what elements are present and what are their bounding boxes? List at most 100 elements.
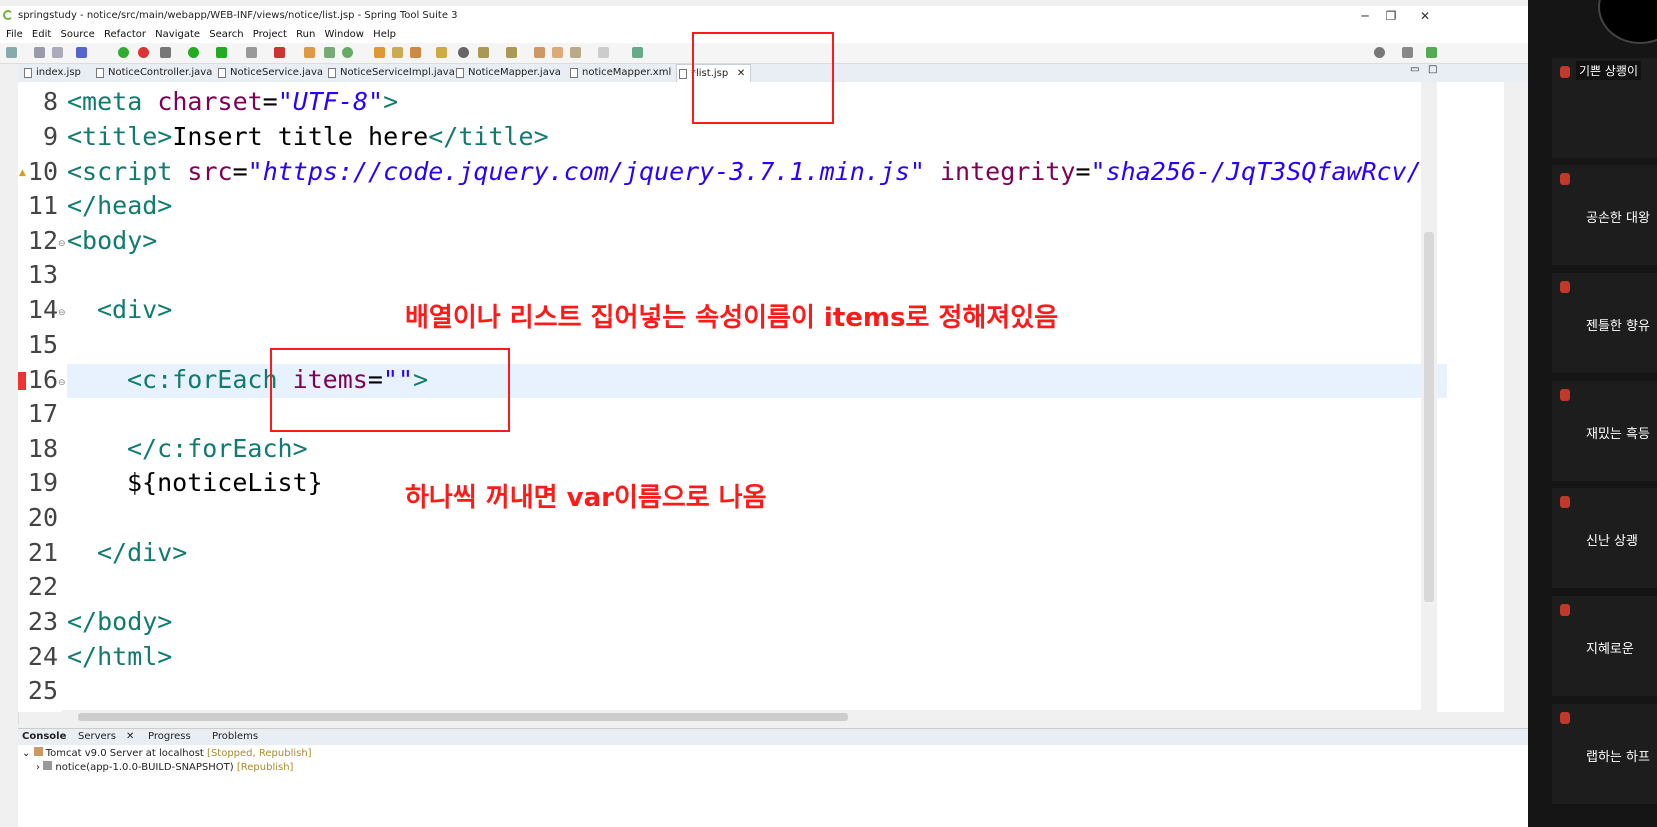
open-resource-icon[interactable] [392, 47, 403, 58]
scroll-thumb[interactable] [1424, 232, 1434, 602]
fold-icon[interactable]: ⊖ [58, 378, 66, 388]
menu-search[interactable]: Search [209, 29, 243, 40]
globe-icon[interactable] [458, 47, 469, 58]
close-button[interactable]: ✕ [1410, 7, 1440, 25]
code-line-21: </div> [97, 538, 188, 567]
file-icon [24, 68, 32, 78]
code-line-24: </html> [67, 642, 173, 671]
spring-icon[interactable] [118, 47, 129, 58]
tab-notice-service[interactable]: NoticeService.java [216, 64, 323, 82]
code-line-8: <meta charset="UTF-8"> [67, 87, 398, 116]
jsp-file-icon [679, 69, 687, 79]
menu-navigate[interactable]: Navigate [155, 29, 200, 40]
participant-tile[interactable]: 지혜로운 [1552, 596, 1657, 696]
participant-name: 신난 상괭 [1586, 534, 1638, 549]
perspective-icon[interactable] [1402, 47, 1413, 58]
code-line-18: </c:forEach> [127, 434, 308, 463]
next-annotation-icon[interactable] [506, 47, 517, 58]
stop-icon[interactable] [246, 47, 257, 58]
muted-mic-icon [1560, 496, 1570, 508]
muted-mic-icon [1560, 173, 1570, 185]
tab-notice-service-impl[interactable]: NoticeServiceImpl.java [326, 64, 455, 82]
tab-label: index.jsp [36, 67, 81, 78]
minimize-editor-icon[interactable]: ▭ [1410, 64, 1419, 75]
menu-file[interactable]: File [6, 29, 23, 40]
chevron-right-icon[interactable]: › [36, 762, 40, 773]
menu-run[interactable]: Run [296, 29, 315, 40]
refresh-icon[interactable] [138, 47, 149, 58]
java-ee-perspective-icon[interactable] [1426, 47, 1437, 58]
fold-icon[interactable]: ⊖ [58, 308, 66, 318]
fold-icon[interactable]: ⊖ [58, 239, 66, 249]
menu-edit[interactable]: Edit [32, 29, 51, 40]
participant-tile[interactable]: 재밌는 흑등 [1552, 381, 1657, 481]
server-row[interactable]: ⌄ Tomcat v9.0 Server at localhost [Stopp… [22, 747, 312, 759]
line-number: 12 [27, 226, 58, 255]
menu-source[interactable]: Source [60, 29, 94, 40]
external-tools-icon[interactable] [216, 47, 227, 58]
debug-icon[interactable] [160, 47, 171, 58]
highlight-box-tab [692, 32, 834, 124]
equals: = [262, 87, 278, 116]
new-class-icon[interactable] [324, 47, 335, 58]
search-icon[interactable] [1374, 47, 1385, 58]
menu-help[interactable]: Help [373, 29, 396, 40]
last-edit-icon[interactable] [534, 47, 545, 58]
print-icon[interactable] [76, 47, 87, 58]
attr-name: integrity [924, 157, 1076, 186]
participant-tile[interactable]: 신난 상괭 [1552, 488, 1657, 588]
new-package-icon[interactable] [342, 47, 353, 58]
pin-icon[interactable] [632, 47, 643, 58]
back-icon[interactable] [570, 47, 581, 58]
server-icon[interactable] [274, 47, 285, 58]
open-type-icon[interactable] [304, 47, 315, 58]
maximize-editor-icon[interactable]: □ [1428, 64, 1437, 75]
participant-tile[interactable]: 공손한 대왕 [1552, 165, 1657, 265]
server-status: [Stopped, Republish] [207, 748, 312, 759]
scroll-thumb[interactable] [78, 713, 848, 721]
forward-icon[interactable] [598, 47, 609, 58]
module-name: notice(app-1.0.0-BUILD-SNAPSHOT) [55, 762, 234, 773]
expand-icon[interactable]: ⌄ [22, 748, 30, 759]
code-editor[interactable]: 8 9 10 11 12 13 14 15 16 17 18 19 20 21 … [18, 82, 1504, 712]
open-folder-icon[interactable] [374, 47, 385, 58]
attr-value: "UTF-8" [277, 87, 384, 116]
line-number: 22 [27, 572, 58, 601]
console-panel: Console Servers ✕ Progress Problems ⌄ To… [18, 728, 1528, 827]
tab-index-jsp[interactable]: index.jsp [22, 64, 81, 82]
tab-notice-mapper-xml[interactable]: noticeMapper.xml [568, 64, 671, 82]
participant-tile[interactable]: 젠틀한 향유 [1552, 273, 1657, 373]
tab-notice-mapper[interactable]: NoticeMapper.java [454, 64, 561, 82]
vertical-scrollbar[interactable] [1421, 82, 1437, 712]
menu-project[interactable]: Project [253, 29, 287, 40]
annotation-nav-icon[interactable] [478, 47, 489, 58]
save-icon[interactable] [34, 47, 45, 58]
line-number: 17 [27, 399, 58, 428]
task-icon[interactable] [410, 47, 421, 58]
equals: = [232, 157, 248, 186]
tab-console[interactable]: Console [22, 731, 66, 742]
left-trim-bar [0, 64, 19, 724]
save-all-icon[interactable] [52, 47, 63, 58]
menu-window[interactable]: Window [325, 29, 364, 40]
close-servers-tab-icon[interactable]: ✕ [126, 731, 134, 742]
tag-open: <title> [67, 122, 173, 151]
tab-notice-controller[interactable]: NoticeController.java [94, 64, 212, 82]
search-folder-icon[interactable] [436, 47, 447, 58]
tab-servers[interactable]: Servers [78, 731, 116, 742]
run-icon[interactable] [188, 47, 199, 58]
participant-tile[interactable]: 랩하는 하프 [1552, 704, 1657, 804]
menu-refactor[interactable]: Refactor [104, 29, 146, 40]
restore-button[interactable]: ❐ [1376, 7, 1406, 25]
participant-tile[interactable]: 기쁜 상쾡이 [1552, 58, 1657, 158]
new-icon[interactable] [6, 47, 17, 58]
line-number: 9 [42, 122, 58, 151]
module-row[interactable]: › notice(app-1.0.0-BUILD-SNAPSHOT) [Repu… [36, 761, 293, 773]
back-edit-icon[interactable] [552, 47, 563, 58]
tab-problems[interactable]: Problems [212, 731, 258, 742]
module-status: [Republish] [236, 762, 294, 773]
tab-progress[interactable]: Progress [148, 731, 191, 742]
participant-name: 기쁜 상쾡이 [1576, 61, 1642, 80]
horizontal-scrollbar[interactable] [62, 710, 1422, 724]
line-number: 11 [27, 191, 58, 220]
